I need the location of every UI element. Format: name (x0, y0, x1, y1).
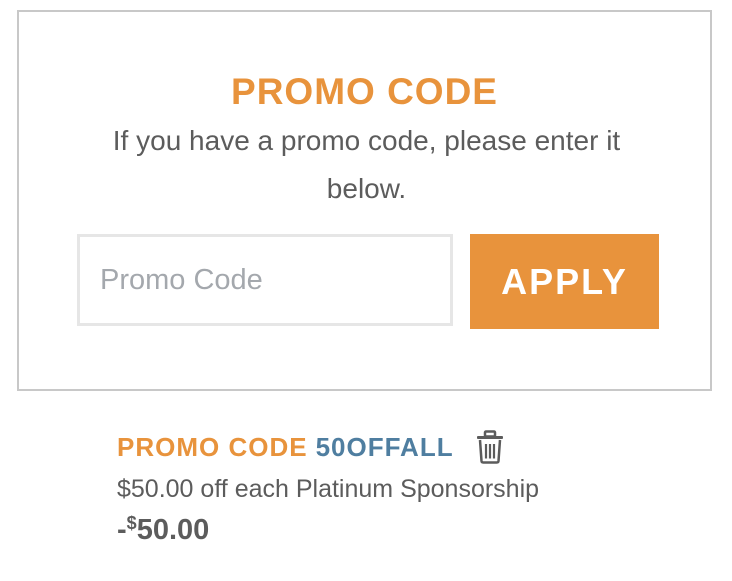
currency-symbol: $ (126, 513, 137, 533)
trash-icon[interactable] (476, 430, 504, 464)
applied-promo-code: 50OFFALL (315, 431, 454, 462)
applied-promo: PROMO CODE 50OFFALL $50.00 off each Plat… (117, 428, 677, 549)
apply-button[interactable]: APPLY (470, 234, 659, 329)
discount-sign: - (117, 514, 127, 546)
applied-promo-header: PROMO CODE 50OFFALL (117, 428, 677, 466)
applied-promo-label: PROMO CODE (117, 431, 308, 462)
discount-amount: -$50.00 (117, 504, 677, 549)
applied-promo-description: $50.00 off each Platinum Sponsorship (117, 475, 540, 503)
discount-value: 50.00 (136, 514, 210, 546)
promo-description: If you have a promo code, please enter i… (112, 125, 621, 204)
promo-title: PROMO CODE (231, 71, 498, 112)
promo-code-panel: PROMO CODE If you have a promo code, ple… (17, 10, 712, 391)
promo-code-input[interactable] (77, 234, 453, 326)
